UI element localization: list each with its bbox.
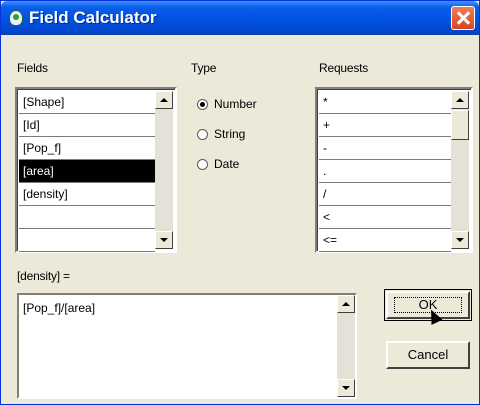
requests-scrollbar[interactable]	[451, 91, 469, 249]
scroll-down-arrow-icon[interactable]	[451, 231, 469, 249]
close-button[interactable]	[451, 6, 475, 30]
request-item[interactable]: <	[319, 206, 451, 229]
window-title: Field Calculator	[29, 8, 157, 27]
requests-label: Requests	[319, 61, 369, 75]
scroll-up-arrow-icon[interactable]	[155, 91, 173, 109]
request-item[interactable]: /	[319, 183, 451, 206]
fields-scrollbar[interactable]	[155, 91, 173, 249]
fields-label: Fields	[17, 61, 48, 75]
field-item[interactable]	[19, 206, 155, 229]
field-item[interactable]: [Pop_f]	[19, 137, 155, 160]
type-option-label: Date	[214, 157, 240, 171]
field-item[interactable]: [Shape]	[19, 91, 155, 114]
scroll-down-arrow-icon[interactable]	[155, 231, 173, 249]
cancel-button-label: Cancel	[407, 347, 449, 362]
request-item[interactable]: +	[319, 114, 451, 137]
fields-listbox[interactable]: [Shape] [Id] [Pop_f] [area] [density]	[15, 87, 177, 253]
request-item[interactable]: *	[319, 91, 451, 114]
app-icon	[9, 10, 23, 26]
type-option-label: String	[214, 127, 246, 141]
field-calculator-dialog: Field Calculator Fields [Shape] [Id] [Po…	[0, 0, 480, 405]
expression-input[interactable]: [Pop_f]/[area]	[17, 293, 357, 399]
radio-icon[interactable]	[197, 129, 208, 140]
field-item-selected[interactable]: [area]	[19, 160, 155, 183]
cancel-button[interactable]: Cancel	[386, 341, 470, 369]
radio-checked-icon[interactable]	[197, 99, 208, 110]
expression-scrollbar[interactable]	[337, 295, 355, 397]
request-item[interactable]: .	[319, 160, 451, 183]
radio-icon[interactable]	[197, 159, 208, 170]
expression-value[interactable]: [Pop_f]/[area]	[23, 301, 95, 315]
scroll-up-arrow-icon[interactable]	[337, 295, 355, 313]
scroll-thumb[interactable]	[451, 110, 469, 140]
type-label: Type	[191, 61, 217, 75]
field-item[interactable]: [Id]	[19, 114, 155, 137]
type-option-label: Number	[214, 97, 257, 111]
field-item[interactable]	[19, 229, 155, 252]
scroll-up-arrow-icon[interactable]	[451, 91, 469, 109]
title-bar[interactable]: Field Calculator	[1, 1, 479, 35]
scroll-down-arrow-icon[interactable]	[337, 379, 355, 397]
expression-label: [density] =	[17, 269, 70, 283]
request-item[interactable]: -	[319, 137, 451, 160]
request-item[interactable]: <=	[319, 229, 451, 252]
requests-listbox[interactable]: * + - . / < <=	[315, 87, 473, 253]
field-item[interactable]: [density]	[19, 183, 155, 206]
